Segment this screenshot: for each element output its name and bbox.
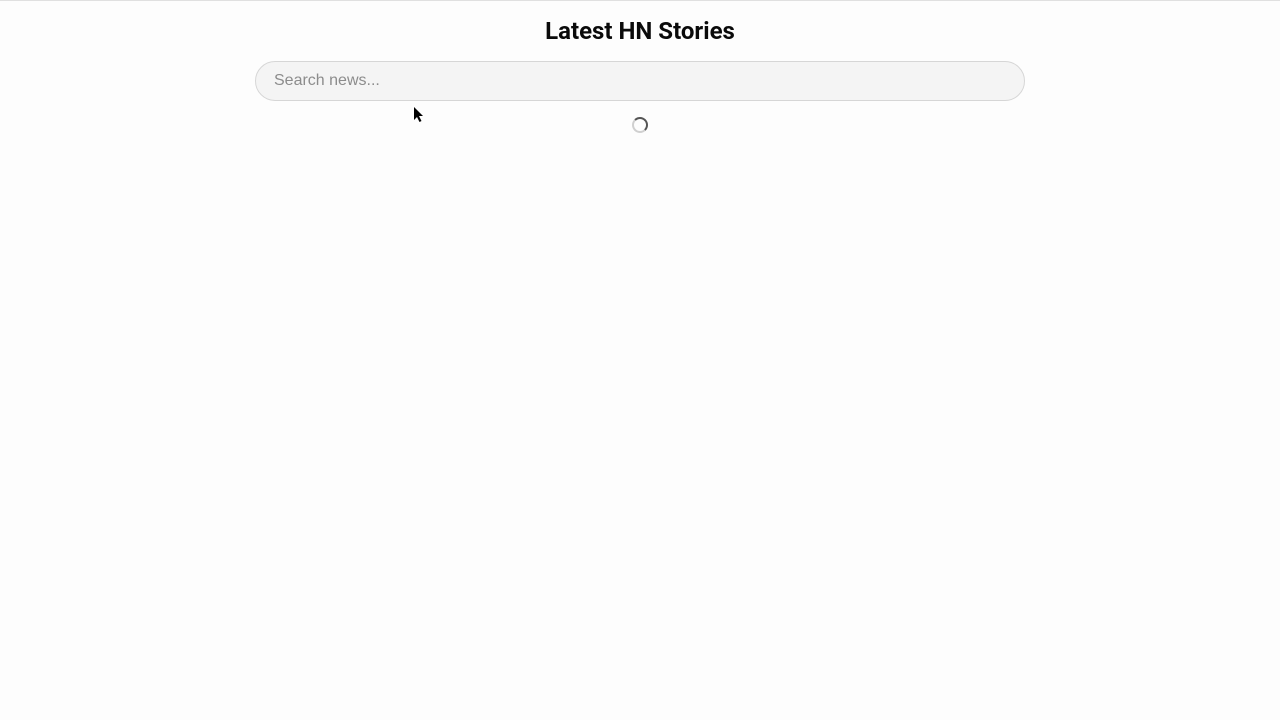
search-wrapper <box>255 61 1025 101</box>
search-input[interactable] <box>255 61 1025 101</box>
loading-spinner-icon <box>632 117 648 133</box>
page-title: Latest HN Stories <box>545 17 735 45</box>
main-container: Latest HN Stories <box>0 1 1280 133</box>
